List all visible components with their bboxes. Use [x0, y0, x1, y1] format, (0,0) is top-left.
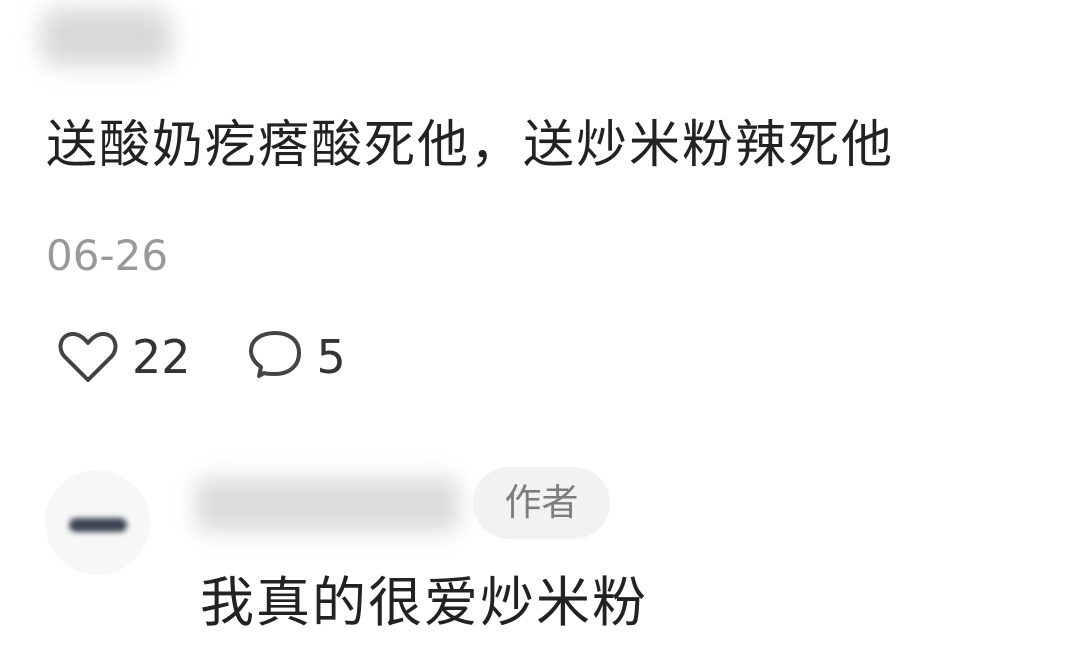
avatar[interactable] — [45, 470, 150, 575]
comment-bubble-icon — [248, 331, 301, 378]
commenter-username-blurred[interactable] — [40, 8, 172, 66]
like-count: 22 — [132, 330, 191, 384]
comment-actions: 22 5 — [58, 326, 346, 388]
author-badge: 作者 — [473, 467, 610, 539]
comment-text: 送酸奶疙瘩酸死他，送炒米粉辣死他 — [46, 116, 895, 175]
reply-item: 作者 我真的很爱炒米粉 — [0, 455, 1080, 672]
avatar-image-blurred — [69, 518, 127, 532]
comment-date: 06-26 — [46, 231, 169, 280]
like-button[interactable]: 22 — [58, 330, 191, 384]
reply-count: 5 — [316, 330, 346, 384]
reply-button[interactable]: 5 — [247, 329, 346, 385]
reply-text: 我真的很爱炒米粉 — [200, 571, 648, 634]
reply-username-blurred[interactable] — [195, 477, 460, 532]
heart-icon — [58, 331, 118, 382]
comment-thread: 送酸奶疙瘩酸死他，送炒米粉辣死他 06-26 22 5 作者 我真的很爱炒米粉 — [0, 0, 1080, 672]
